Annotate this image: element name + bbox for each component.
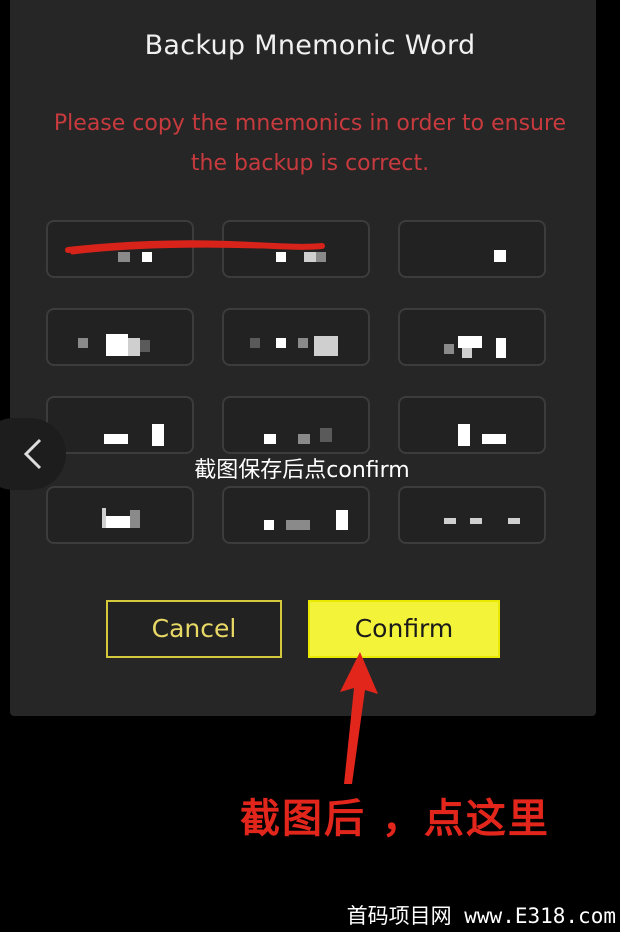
screenshot-instruction: 截图保存后点confirm [194,458,410,483]
warning-line-2: the backup is correct. [190,151,430,176]
mnemonic-word-3 [398,220,546,278]
mnemonic-word-7 [46,396,194,454]
cancel-button[interactable]: Cancel [106,600,282,658]
red-arrow-up-icon [340,652,378,784]
mnemonic-word-12 [398,486,546,544]
backup-warning: Please copy the mnemonics in order to en… [20,104,600,184]
mnemonic-word-4 [46,308,194,366]
mnemonic-word-5 [222,308,370,366]
mnemonic-word-11 [222,486,370,544]
mnemonic-word-9 [398,396,546,454]
warning-line-1: Please copy the mnemonics in order to en… [53,111,567,136]
dialog-title: Backup Mnemonic Word [144,30,476,61]
redaction-scribble [65,240,325,255]
mnemonic-word-10 [46,486,194,544]
mnemonic-word-6 [398,308,546,366]
mnemonic-word-8 [222,396,370,454]
watermark: 首码项目网 www.E318.com [346,900,616,930]
annotation-text: 截图后 ，点这里 [240,796,550,842]
